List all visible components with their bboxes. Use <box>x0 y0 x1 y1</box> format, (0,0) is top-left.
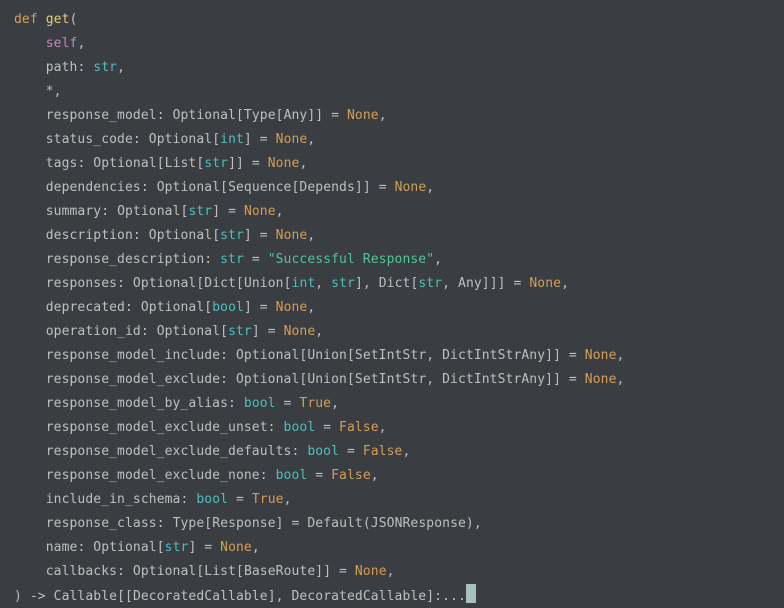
param-include-in-schema: include_in_schema <box>46 492 181 507</box>
paren-close: ) <box>14 589 30 604</box>
param-response-class: response_class <box>46 516 157 531</box>
type-any: Any <box>284 108 308 123</box>
param-description: description <box>46 228 133 243</box>
param-tags: tags <box>46 156 78 171</box>
type-bool: bool <box>212 300 244 315</box>
param-response-model-exclude: response_model_exclude <box>46 372 220 387</box>
comma: , <box>117 60 125 75</box>
cursor-icon <box>466 584 476 603</box>
type-list: List <box>165 156 197 171</box>
param-response-model-include: response_model_include <box>46 348 220 363</box>
type-sequence: Sequence <box>228 180 291 195</box>
star: * <box>46 84 54 99</box>
keyword-def: def <box>14 12 38 27</box>
param-response-model-exclude-defaults: response_model_exclude_defaults <box>46 444 292 459</box>
type-default: Default <box>307 516 363 531</box>
type-response: Response <box>212 516 275 531</box>
arrow: -> <box>30 589 46 604</box>
param-response-model: response_model <box>46 108 157 123</box>
code-editor[interactable]: def get( self, path: str, *, response_mo… <box>0 0 784 608</box>
param-callbacks: callbacks <box>46 564 117 579</box>
colon: : <box>77 60 93 75</box>
comma: , <box>54 84 62 99</box>
const-true: True <box>299 396 331 411</box>
param-status-code: status_code <box>46 132 133 147</box>
type-depends: Depends <box>299 180 355 195</box>
type-int: int <box>220 132 244 147</box>
param-path: path <box>46 60 78 75</box>
param-response-model-exclude-none: response_model_exclude_none <box>46 468 260 483</box>
type-decoratedcallable: DecoratedCallable <box>133 589 268 604</box>
type-setintstr: SetIntStr <box>355 348 426 363</box>
param-self: self <box>46 36 78 51</box>
param-dependencies: dependencies <box>46 180 141 195</box>
string-literal: "Successful Response" <box>268 252 434 267</box>
type-baseroute: BaseRoute <box>244 564 315 579</box>
param-name: name <box>46 540 78 555</box>
param-response-model-by-alias: response_model_by_alias <box>46 396 228 411</box>
type-type: Type <box>244 108 276 123</box>
param-response-model-exclude-unset: response_model_exclude_unset <box>46 420 268 435</box>
ellipsis: ... <box>442 589 466 604</box>
param-deprecated: deprecated <box>46 300 125 315</box>
param-responses: responses <box>46 276 117 291</box>
type-jsonresponse: JSONResponse <box>371 516 466 531</box>
type-str: str <box>93 60 117 75</box>
paren-open: ( <box>70 12 78 27</box>
param-response-description: response_description <box>46 252 205 267</box>
param-operation-id: operation_id <box>46 324 141 339</box>
colon: : <box>157 108 173 123</box>
type-union: Union <box>244 276 284 291</box>
type-optional: Optional <box>173 108 236 123</box>
function-name: get <box>46 12 70 27</box>
param-summary: summary <box>46 204 102 219</box>
comma: , <box>77 36 85 51</box>
type-callable: Callable <box>54 589 117 604</box>
type-dict: Dict <box>204 276 236 291</box>
type-dictintstrany: DictIntStrAny <box>442 348 545 363</box>
const-false: False <box>339 420 379 435</box>
const-none: None <box>347 108 379 123</box>
